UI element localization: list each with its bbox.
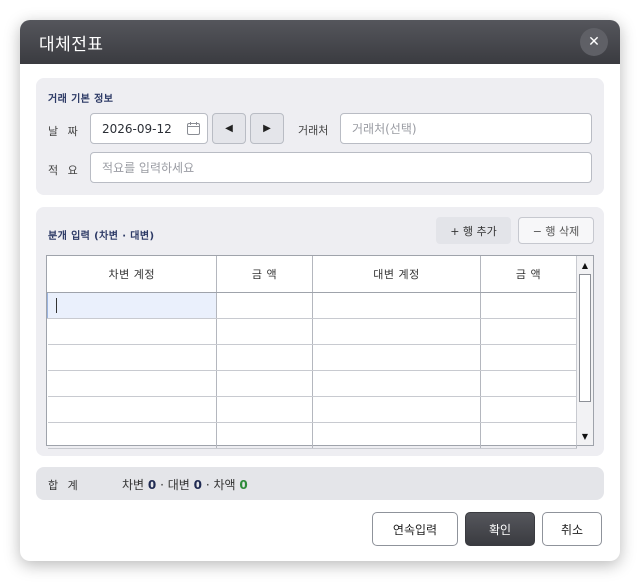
- table-cell[interactable]: [216, 344, 313, 371]
- close-button[interactable]: ✕: [580, 28, 608, 56]
- table-header-row: 차변 계정 금 액 대변 계정 금 액: [47, 256, 577, 293]
- column-header-credit-account: 대변 계정: [312, 256, 481, 293]
- table-row: [47, 292, 577, 319]
- column-header-debit-account: 차변 계정: [47, 256, 217, 293]
- table-cell[interactable]: [312, 396, 481, 423]
- client-label: 거래처: [298, 124, 329, 137]
- table-cell[interactable]: [480, 396, 577, 423]
- scroll-down-icon[interactable]: ▼: [577, 428, 593, 444]
- credit-total-value: 0: [193, 478, 203, 492]
- cancel-button[interactable]: 취소: [542, 512, 602, 546]
- totals-values: 차변 0 · 대변 0 · 차액 0: [122, 476, 248, 493]
- column-header-credit-amount: 금 액: [480, 256, 577, 293]
- dialog-titlebar: 대체전표 ✕: [20, 20, 620, 64]
- table-row: [47, 318, 577, 345]
- table-cell[interactable]: [216, 396, 313, 423]
- totals-label: 합 계: [48, 479, 81, 492]
- memo-input[interactable]: 적요를 입력하세요: [90, 152, 592, 183]
- triangle-right-icon: ▶: [263, 123, 271, 134]
- grid-scrollbar[interactable]: ▲ ▼: [576, 256, 593, 445]
- table-cell[interactable]: [312, 292, 481, 319]
- table-cell[interactable]: [216, 292, 313, 319]
- journal-entry-panel: 분개 입력 (차변 · 대변) + 행 추가 − 행 삭제 차변 계정 금 액 …: [36, 207, 604, 456]
- scroll-thumb[interactable]: [579, 274, 591, 402]
- balance-label: · 차액: [205, 478, 236, 492]
- triangle-left-icon: ◀: [225, 123, 233, 134]
- table-cell[interactable]: [480, 292, 577, 319]
- add-row-button[interactable]: + 행 추가: [436, 217, 511, 244]
- table-cell[interactable]: [312, 370, 481, 397]
- balance-value: 0: [239, 478, 248, 492]
- debit-total-value: 0: [147, 478, 157, 492]
- table-cell[interactable]: [480, 422, 577, 449]
- dialog-title: 대체전표: [39, 34, 104, 55]
- table-cell[interactable]: [47, 370, 217, 397]
- table-cell[interactable]: [47, 318, 217, 345]
- table-cell[interactable]: [47, 344, 217, 371]
- prev-date-button[interactable]: ◀: [212, 113, 246, 144]
- table-cell[interactable]: [47, 396, 217, 423]
- totals-panel: 합 계 차변 0 · 대변 0 · 차액 0: [36, 467, 604, 500]
- table-cell[interactable]: [47, 422, 217, 449]
- table-row: [47, 344, 577, 371]
- journal-entry-title: 분개 입력 (차변 · 대변): [48, 231, 155, 242]
- table-cell[interactable]: [312, 344, 481, 371]
- text-caret: [56, 298, 57, 313]
- delete-row-button[interactable]: − 행 삭제: [518, 217, 594, 244]
- memo-placeholder: 적요를 입력하세요: [102, 161, 195, 175]
- scroll-up-icon[interactable]: ▲: [577, 257, 593, 273]
- basic-info-title: 거래 기본 정보: [48, 94, 114, 105]
- next-date-button[interactable]: ▶: [250, 113, 284, 144]
- memo-label: 적 요: [48, 164, 81, 177]
- table-row: [47, 422, 577, 449]
- client-placeholder: 거래처(선택): [352, 122, 417, 136]
- credit-total-label: · 대변: [160, 478, 190, 492]
- table-cell[interactable]: [47, 292, 217, 319]
- close-icon: ✕: [588, 34, 600, 50]
- table-cell[interactable]: [480, 318, 577, 345]
- date-value: 2026-09-12: [102, 121, 172, 136]
- client-input[interactable]: 거래처(선택): [340, 113, 592, 144]
- confirm-button[interactable]: 확인: [465, 512, 535, 546]
- continuous-entry-button[interactable]: 연속입력: [372, 512, 458, 546]
- calendar-icon[interactable]: [186, 121, 201, 136]
- table-cell[interactable]: [216, 318, 313, 345]
- journal-table: 차변 계정 금 액 대변 계정 금 액: [47, 256, 577, 449]
- journal-grid: 차변 계정 금 액 대변 계정 금 액 ▲ ▼: [46, 255, 594, 449]
- column-header-debit-amount: 금 액: [216, 256, 313, 293]
- table-cell[interactable]: [480, 344, 577, 371]
- table-cell[interactable]: [480, 370, 577, 397]
- voucher-dialog: 대체전표 ✕ 거래 기본 정보 날 짜 2026-09-12 ◀ ▶ 거래처 거…: [20, 20, 620, 561]
- date-field[interactable]: 2026-09-12: [90, 113, 208, 144]
- debit-total-label: 차변: [122, 478, 145, 492]
- table-row: [47, 396, 577, 423]
- table-cell[interactable]: [216, 370, 313, 397]
- table-row: [47, 370, 577, 397]
- table-cell[interactable]: [312, 318, 481, 345]
- table-cell[interactable]: [312, 422, 481, 449]
- basic-info-panel: 거래 기본 정보 날 짜 2026-09-12 ◀ ▶ 거래처 거래처(선택) …: [36, 78, 604, 195]
- table-cell[interactable]: [216, 422, 313, 449]
- date-label: 날 짜: [48, 125, 81, 138]
